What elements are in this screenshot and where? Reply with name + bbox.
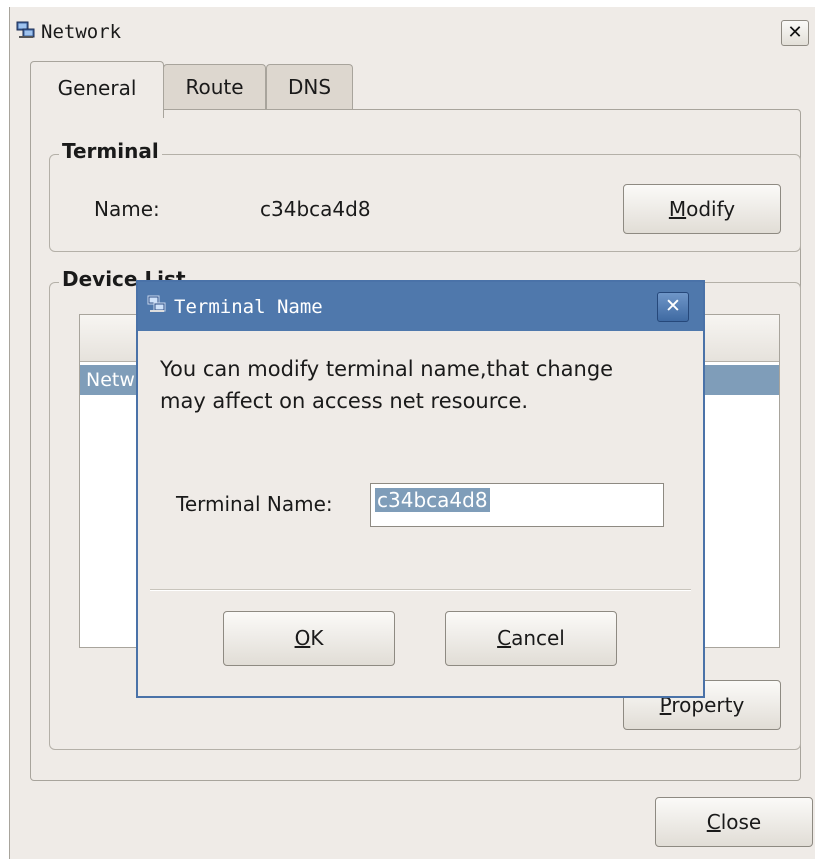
close-button[interactable]: Close [655, 797, 813, 847]
tab-route[interactable]: Route [163, 64, 266, 111]
dialog-message: You can modify terminal name,that change… [160, 353, 690, 417]
dialog-close-button[interactable]: ✕ [657, 292, 689, 322]
terminal-name-label: Terminal Name: [176, 492, 333, 516]
window-title: Network [41, 21, 122, 43]
window-close-button[interactable]: ✕ [781, 20, 809, 46]
terminal-group-title: Terminal [59, 139, 162, 163]
window-titlebar[interactable]: Network ✕ [10, 7, 815, 53]
network-computers-icon [147, 295, 166, 312]
ok-mnemonic: O [294, 626, 311, 650]
terminal-name-dialog: Terminal Name ✕ You can modify terminal … [136, 280, 705, 698]
name-label: Name: [94, 197, 160, 221]
terminal-group: Terminal Name: c34bca4d8 Modify [49, 139, 801, 252]
dialog-separator [150, 589, 691, 591]
close-icon: ✕ [787, 22, 803, 43]
modify-button[interactable]: Modify [623, 184, 781, 234]
close-label: lose [720, 810, 762, 834]
dialog-title: Terminal Name [174, 296, 323, 318]
dialog-message-line-2: may affect on access net resource. [160, 389, 529, 413]
cancel-label: ancel [511, 626, 565, 650]
terminal-name-value: c34bca4d8 [260, 197, 371, 221]
tab-general[interactable]: General [30, 61, 164, 118]
dialog-message-line-1: You can modify terminal name,that change [160, 357, 614, 381]
modify-mnemonic: M [668, 197, 687, 221]
dialog-titlebar[interactable]: Terminal Name ✕ [138, 282, 703, 331]
cancel-mnemonic: C [497, 626, 512, 650]
ok-label: K [310, 626, 324, 650]
terminal-name-input-value: c34bca4d8 [375, 488, 490, 512]
tab-dns[interactable]: DNS [266, 64, 353, 111]
cancel-button[interactable]: Cancel [445, 611, 617, 666]
terminal-name-input[interactable]: c34bca4d8 [370, 483, 664, 527]
close-icon: ✕ [665, 295, 681, 317]
ok-button[interactable]: OK [223, 611, 395, 666]
close-mnemonic: C [706, 810, 721, 834]
network-computers-icon [16, 21, 35, 38]
modify-label: odify [686, 197, 736, 221]
